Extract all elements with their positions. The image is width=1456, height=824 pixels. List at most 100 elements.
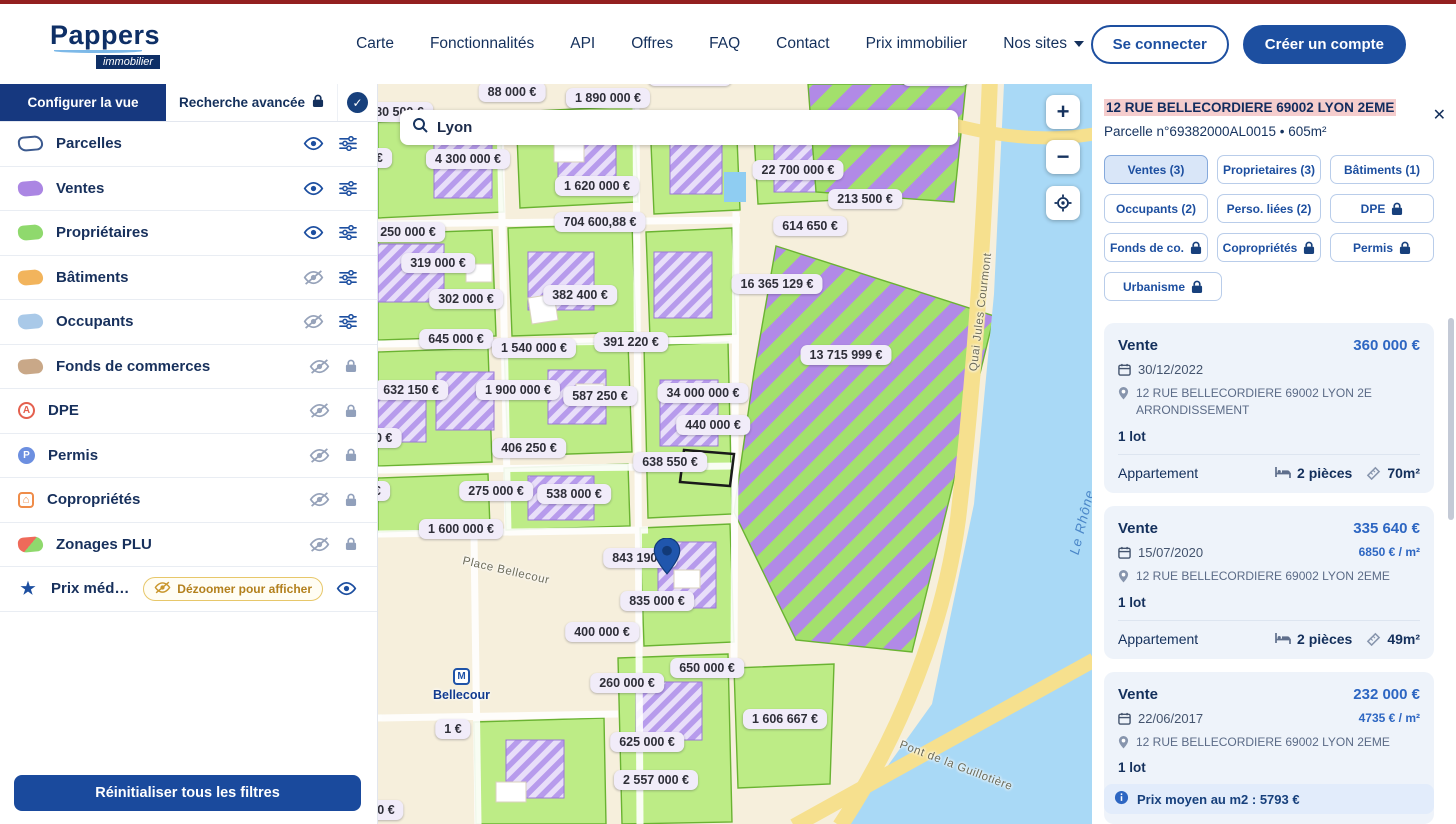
map-price-marker[interactable]: 260 000 € [590,673,664,693]
map-price-marker[interactable]: 213 500 € [828,189,902,209]
map[interactable]: Place BellecourQuai Jules CourmontLe Rhô… [378,84,1092,824]
map-price-marker[interactable]: 250 000 € [378,222,445,242]
map-price-marker[interactable]: 1 620 000 € [555,176,639,196]
map-price-marker[interactable]: 1 600 000 € [419,519,503,539]
map-price-marker[interactable]: 1 890 000 € [566,88,650,108]
map-price-marker[interactable]: 34 000 000 € [658,383,749,403]
nav-link-prix-immobilier[interactable]: Prix immobilier [866,35,968,53]
lock-icon[interactable] [345,448,357,462]
panel-tab-urbanisme[interactable]: Urbanisme [1104,272,1222,301]
map-price-marker[interactable]: 400 000 € [565,622,639,642]
selected-parcel-pin[interactable] [653,538,681,580]
nav-link-carte[interactable]: Carte [356,35,394,53]
visibility-on-icon[interactable] [303,136,324,151]
map-price-marker[interactable]: 0 000 € [378,148,392,168]
zoom-in-button[interactable]: + [1046,95,1080,129]
nav-link-faq[interactable]: FAQ [709,35,740,53]
visibility-off-icon[interactable] [303,314,324,329]
map-price-marker[interactable]: 2 557 000 € [614,770,698,790]
panel-tab-dpe[interactable]: DPE [1330,194,1434,223]
map-price-marker[interactable]: 13 715 999 € [801,345,892,365]
layer-settings-icon[interactable] [339,136,357,151]
nav-link-offres[interactable]: Offres [631,35,673,53]
map-price-marker[interactable]: 0 € [378,800,404,820]
map-price-marker[interactable]: 625 000 € [610,732,684,752]
panel-scrollbar[interactable] [1448,318,1454,520]
layer-permis-icon: P [18,447,35,464]
panel-tab-coproprietes[interactable]: Copropriétés [1217,233,1321,262]
visibility-off-icon[interactable] [309,492,330,507]
sale-card[interactable]: Vente360 000 €30/12/202212 RUE BELLECORD… [1104,323,1434,493]
map-price-marker[interactable]: 538 000 € [537,484,611,504]
visibility-off-icon[interactable] [309,448,330,463]
map-price-marker[interactable]: 645 000 € [419,329,493,349]
panel-tab-perso-liees-2[interactable]: Perso. liées (2) [1217,194,1321,223]
close-panel-button[interactable]: ✕ [1433,108,1446,124]
visibility-off-icon[interactable] [309,537,330,552]
login-button[interactable]: Se connecter [1091,25,1229,64]
lock-icon[interactable] [345,537,357,551]
map-price-marker[interactable]: 632 150 € [378,380,448,400]
nav-link-api[interactable]: API [570,35,595,53]
map-price-marker[interactable]: 12 700 € [902,84,969,86]
map-price-marker[interactable]: 440 000 € [676,415,750,435]
sidebar-toggle-button[interactable]: ✓ [337,84,377,121]
map-price-marker[interactable]: 319 000 € [401,253,475,273]
logo[interactable]: Pappers immobilier [50,20,160,69]
layer-settings-icon[interactable] [339,270,357,285]
nav-dropdown-nos-sites[interactable]: Nos sites [1003,35,1084,53]
map-price-marker[interactable]: 406 250 € [492,438,566,458]
map-price-marker[interactable]: 1 540 000 € [492,338,576,358]
map-price-marker[interactable]: 1 900 000 € [476,380,560,400]
zoom-out-button[interactable]: − [1046,140,1080,174]
map-search-input[interactable] [437,119,946,136]
panel-tab-ventes-3[interactable]: Ventes (3) [1104,155,1208,184]
map-price-marker[interactable]: 1 606 667 € [743,709,827,729]
map-price-marker[interactable]: 614 650 € [773,216,847,236]
tab-configurer-la-vue[interactable]: Configurer la vue [0,84,166,121]
map-price-marker[interactable]: 48 000 € [378,428,401,448]
map-price-marker[interactable]: 88 000 € [479,84,546,102]
visibility-off-icon[interactable] [309,403,330,418]
map-price-marker[interactable]: 704 600,88 € [555,212,646,232]
map-price-marker[interactable]: 587 250 € [563,386,637,406]
panel-tab-occupants-2[interactable]: Occupants (2) [1104,194,1208,223]
signup-button[interactable]: Créer un compte [1243,25,1406,64]
reset-filters-button[interactable]: Réinitialiser tous les filtres [14,775,361,811]
visibility-off-icon[interactable] [303,270,324,285]
nav-link-fonctionnalites[interactable]: Fonctionnalités [430,35,534,53]
map-price-marker[interactable]: 302 000 € [429,289,503,309]
panel-tab-fonds-de-co[interactable]: Fonds de co. [1104,233,1208,262]
tab-recherche-avancee[interactable]: Recherche avancée [166,84,337,121]
panel-tab-batiments-1[interactable]: Bâtiments (1) [1330,155,1434,184]
visibility-on-icon[interactable] [303,225,324,240]
layer-settings-icon[interactable] [339,181,357,196]
visibility-on-icon[interactable] [336,581,357,596]
metro-station-bellecour: M Bellecour [433,668,490,702]
panel-tab-permis[interactable]: Permis [1330,233,1434,262]
locate-button[interactable] [1046,186,1080,220]
layer-settings-icon[interactable] [339,225,357,240]
map-price-marker[interactable]: 391 220 € [594,332,668,352]
visibility-off-icon[interactable] [309,359,330,374]
map-price-marker[interactable]: 835 000 € [620,591,694,611]
dezoom-badge[interactable]: Dézoomer pour afficher [143,577,323,601]
map-price-marker[interactable]: 1 070 000 € [648,84,732,86]
map-price-marker[interactable]: 382 400 € [543,285,617,305]
layer-settings-icon[interactable] [339,314,357,329]
map-price-marker[interactable]: 650 000 € [670,658,744,678]
lock-icon[interactable] [345,404,357,418]
sale-card[interactable]: Vente335 640 €15/07/20206850 € / m²12 RU… [1104,506,1434,659]
visibility-on-icon[interactable] [303,181,324,196]
map-price-marker[interactable]: 275 000 € [459,481,533,501]
map-price-marker[interactable]: 4 300 000 € [426,149,510,169]
map-price-marker[interactable]: 22 700 000 € [753,160,844,180]
map-price-marker[interactable]: 1 € [435,719,470,739]
lock-icon[interactable] [345,359,357,373]
map-price-marker[interactable]: 0 000 € [378,481,390,501]
map-price-marker[interactable]: 638 550 € [633,452,707,472]
panel-tab-proprietaires-3[interactable]: Proprietaires (3) [1217,155,1321,184]
lock-icon[interactable] [345,493,357,507]
nav-link-contact[interactable]: Contact [776,35,829,53]
map-price-marker[interactable]: 16 365 129 € [732,274,823,294]
